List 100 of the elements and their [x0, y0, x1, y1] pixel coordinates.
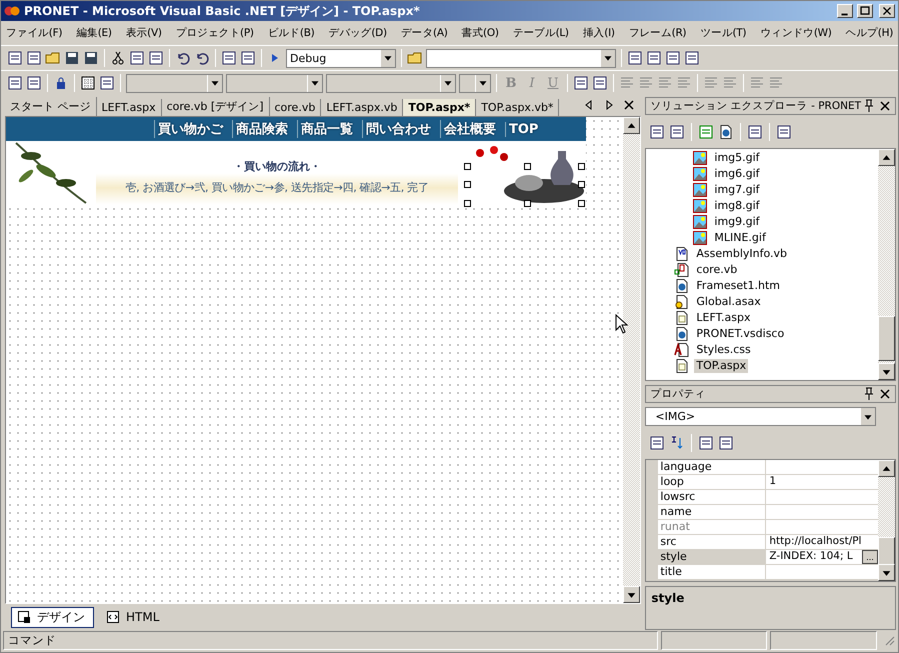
panel-title: プロパティ — [650, 387, 706, 401]
save-all-icon[interactable] — [83, 50, 99, 66]
value-cell[interactable] — [766, 520, 878, 534]
menu-item[interactable]: ウィンドウ(W) — [759, 24, 833, 42]
sort-alphabetical-icon[interactable] — [669, 434, 686, 450]
shopping-flow-text: 壱, お酒選び→弐, 買い物かご→参, 送先指定→四, 確認→五, 完了 — [125, 180, 429, 195]
configuration-dropdown[interactable]: Debug — [286, 48, 396, 68]
menu-item[interactable]: ビルド(B) — [266, 24, 316, 42]
menu-item[interactable]: 書式(O) — [460, 24, 500, 42]
tree-item[interactable]: AssemblyInfo.vb — [694, 247, 790, 261]
document-tab[interactable]: TOP.aspx* — [403, 99, 476, 116]
browse-button[interactable]: ... — [862, 550, 878, 564]
nav-link[interactable]: 買い物かご — [154, 120, 226, 138]
class-file-icon — [674, 262, 690, 278]
value-cell[interactable]: http://localhost/Pl — [766, 535, 878, 549]
nav-link[interactable]: 商品一覧 — [297, 120, 356, 138]
resize-handle[interactable] — [464, 181, 471, 188]
value-cell[interactable] — [766, 490, 878, 504]
panel-title: ソリューション エクスプローラ - PRONET — [650, 99, 861, 113]
cut-icon[interactable] — [110, 50, 126, 66]
scrollbar[interactable] — [878, 460, 895, 581]
html-view-icon — [105, 609, 121, 625]
tree-item[interactable]: img5.gif — [712, 151, 762, 165]
menu-item[interactable]: 表示(V) — [124, 24, 163, 42]
view-tab[interactable]: HTML — [100, 607, 168, 627]
vb-file-icon — [674, 246, 690, 262]
image-file-icon — [692, 166, 708, 182]
tree-item[interactable]: PRONET.vsdisco — [694, 327, 786, 341]
value-cell[interactable] — [766, 460, 878, 474]
property-value[interactable]: http://localhost/Pl — [769, 535, 862, 549]
menu-item[interactable]: 編集(E) — [75, 24, 113, 42]
status-text: コマンド — [3, 631, 658, 650]
property-value[interactable]: 1 — [769, 475, 776, 489]
tree-item[interactable]: LEFT.aspx — [694, 311, 752, 325]
nav-link[interactable]: 問い合わせ — [362, 120, 434, 138]
scrollbar[interactable] — [878, 149, 895, 380]
value-cell[interactable] — [766, 505, 878, 519]
size-dropdown[interactable] — [459, 74, 491, 92]
menu-item[interactable]: フレーム(R) — [628, 24, 688, 42]
scrollbar[interactable] — [623, 117, 640, 603]
value-cell[interactable] — [766, 565, 878, 579]
property-name[interactable]: name — [658, 505, 766, 519]
image-file-icon — [692, 198, 708, 214]
description-title: style — [651, 591, 684, 605]
tree-item[interactable]: img8.gif — [712, 199, 762, 213]
nav-link[interactable]: TOP — [505, 122, 542, 136]
stylesheet-icon — [674, 342, 690, 358]
design-view-icon — [16, 609, 32, 625]
resize-handle[interactable] — [524, 163, 531, 170]
form-file-icon — [674, 310, 690, 326]
image-file-icon — [692, 214, 708, 230]
property-name[interactable]: lowsrc — [658, 490, 766, 504]
tree-item[interactable]: Styles.css — [694, 343, 753, 357]
open-icon[interactable] — [45, 50, 61, 66]
menu-item[interactable]: ツール(T) — [699, 24, 748, 42]
scrollbar-thumb[interactable] — [878, 316, 895, 361]
tree-item[interactable]: core.vb — [694, 263, 740, 277]
value-cell[interactable]: Z-INDEX: 104; L ... — [766, 550, 878, 564]
gear-file-icon — [674, 294, 690, 310]
resize-handle[interactable] — [578, 181, 585, 188]
flow-title: ・買い物の流れ・ — [233, 159, 321, 174]
tree-item[interactable]: img7.gif — [712, 183, 762, 197]
object-dropdown[interactable]: <IMG> — [645, 407, 876, 426]
menu-item[interactable]: 挿入(I) — [582, 24, 616, 42]
view-tab[interactable]: デザイン — [11, 606, 94, 628]
globe-file-icon — [674, 326, 690, 342]
resize-handle[interactable] — [464, 200, 471, 207]
search-dropdown[interactable] — [426, 48, 616, 68]
value-cell[interactable]: 1 — [766, 475, 878, 489]
property-name[interactable]: style — [658, 550, 766, 564]
menu-item[interactable]: テーブル(L) — [512, 24, 570, 42]
menu-item[interactable]: プロジェクト(P) — [174, 24, 255, 42]
resize-handle[interactable] — [524, 200, 531, 207]
menu-item[interactable]: ファイル(F) — [5, 24, 64, 42]
tree-item[interactable]: Global.asax — [694, 295, 763, 309]
property-name[interactable]: title — [658, 565, 766, 579]
web-page-icon — [674, 278, 690, 294]
property-name[interactable]: loop — [658, 475, 766, 489]
tree-item[interactable]: img6.gif — [712, 167, 762, 181]
image-file-icon — [692, 182, 708, 198]
nav-link[interactable]: 会社概要 — [440, 120, 499, 138]
menu-item[interactable]: デバッグ(D) — [328, 24, 388, 42]
resize-handle[interactable] — [578, 200, 585, 207]
property-name[interactable]: language — [658, 460, 766, 474]
property-value[interactable]: Z-INDEX: 104; L — [769, 550, 853, 564]
image-file-icon — [692, 230, 708, 246]
grid-icon[interactable] — [80, 75, 96, 91]
save-icon[interactable] — [64, 50, 80, 66]
resize-handle[interactable] — [578, 163, 585, 170]
resize-handle[interactable] — [464, 163, 471, 170]
nav-link[interactable]: 商品険索 — [232, 120, 291, 138]
tree-item[interactable]: Frameset1.htm — [694, 279, 782, 293]
scrollbar-thumb[interactable] — [878, 537, 895, 564]
tree-item[interactable]: MLINE.gif — [712, 231, 768, 245]
tree-item[interactable]: TOP.aspx — [694, 359, 748, 373]
form-file-icon — [674, 358, 690, 374]
property-name[interactable]: src — [658, 535, 766, 549]
menu-item[interactable]: ヘルプ(H) — [844, 24, 894, 42]
tree-item[interactable]: img9.gif — [712, 215, 762, 229]
menu-item[interactable]: データ(A) — [400, 24, 448, 42]
